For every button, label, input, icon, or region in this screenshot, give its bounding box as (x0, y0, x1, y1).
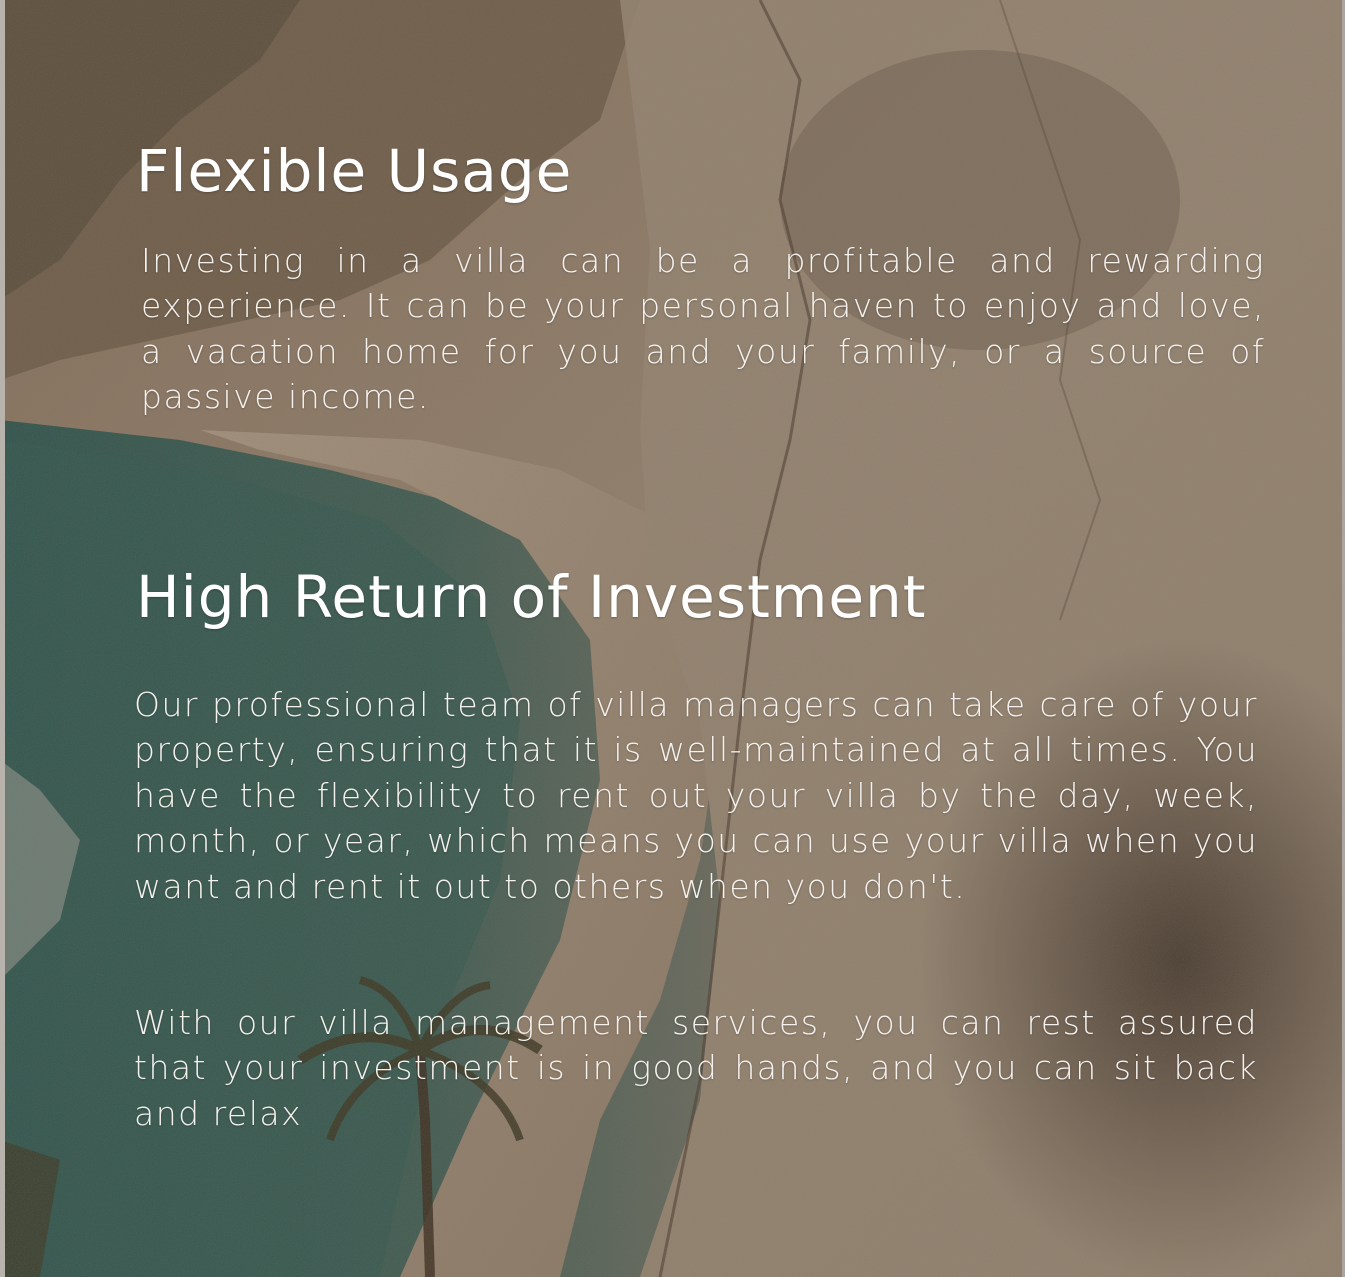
flexible-usage-text: Investing in a villa can be a profitable… (141, 241, 1265, 417)
high-return-text-2: With our villa management services, you … (134, 1003, 1258, 1133)
high-return-text-1: Our professional team of villa managers … (134, 685, 1258, 906)
flexible-usage-heading: Flexible Usage (136, 137, 573, 205)
content-area: Flexible Usage Investing in a villa can … (0, 0, 1345, 1277)
high-return-heading: High Return of Investment (136, 563, 927, 631)
